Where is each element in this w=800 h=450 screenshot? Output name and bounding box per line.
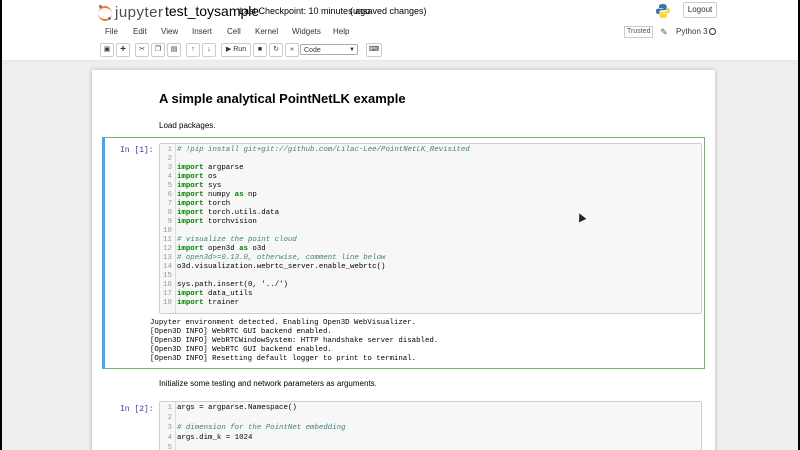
notebook-header: jupyter test_toysample Last Checkpoint: … [2,0,798,22]
jupyter-logo-text: jupyter [115,3,164,21]
run-button[interactable]: ▶ Run [221,43,251,57]
logout-button[interactable]: Logout [683,2,717,18]
save-button[interactable]: ▣ [100,43,114,57]
menu-kernel[interactable]: Kernel [255,27,278,36]
add-cell-button[interactable]: + [116,43,130,57]
python-logo-icon [656,4,670,18]
trusted-badge[interactable]: Trusted [624,26,654,38]
jupyter-logo[interactable]: jupyter [98,3,164,21]
output-line: [Open3D INFO] WebRTC GUI backend enabled… [150,328,332,336]
menu-cell[interactable]: Cell [227,27,241,36]
code-editor-2[interactable]: 1 args = argparse.Namespace() 2 3 # dimens… [159,401,702,450]
fast-forward-icon: » [290,46,294,53]
jupyter-logo-icon [98,5,112,21]
cell-type-value: Code [304,47,321,54]
menu-edit[interactable]: Edit [133,27,147,36]
run-icon: ▶ [225,46,232,53]
unsaved-status: (unsaved changes) [350,6,427,16]
paste-icon: ▤ [170,46,178,53]
restart-button[interactable]: ↻ [269,43,283,57]
menu-insert[interactable]: Insert [192,27,212,36]
menu-widgets[interactable]: Widgets [292,27,321,36]
copy-icon: ❐ [154,46,162,53]
move-down-button[interactable]: ↓ [202,43,216,57]
notebook-container: A simple analytical PointNetLK example L… [92,70,715,450]
kernel-name[interactable]: Python 3 [676,27,708,36]
output-line: [Open3D INFO] Resetting default logger t… [150,355,417,363]
chevron-down-icon: ▼ [349,47,355,53]
stop-icon: ■ [257,46,263,53]
output-line: Jupyter environment detected. Enabling O… [150,319,417,327]
command-palette-button[interactable]: ⌨ [366,43,382,57]
toolbar: ▣ + ✂ ❐ ▤ ↑ ↓ ▶ Run ■ ↻ » ⌨ [2,41,798,61]
markdown-heading: A simple analytical PointNetLK example [159,91,406,106]
cell-type-select[interactable]: Code ▼ [300,44,358,55]
cut-button[interactable]: ✂ [135,43,149,57]
paste-button[interactable]: ▤ [167,43,181,57]
cut-icon: ✂ [139,46,145,53]
copy-button[interactable]: ❐ [151,43,165,57]
add-cell-icon: + [120,44,126,55]
move-up-button[interactable]: ↑ [186,43,200,57]
restart-icon: ↻ [273,46,279,53]
menu-help[interactable]: Help [333,27,349,36]
cell-1-prompt: In [1]: [120,146,154,155]
save-icon: ▣ [103,46,111,53]
menu-file[interactable]: File [105,27,118,36]
move-down-icon: ↓ [207,46,211,53]
run-label: Run [233,46,247,53]
output-line: [Open3D INFO] WebRTC GUI backend enabled… [150,346,332,354]
markdown-text-load: Load packages. [159,121,216,130]
move-up-icon: ↑ [191,46,195,53]
code-editor-1[interactable]: 1 # !pip install git+git://github.com/Lil… [159,143,702,314]
browser-window: jupyter test_toysample Last Checkpoint: … [2,0,798,450]
kernel-status-icon [709,28,716,35]
keyboard-icon: ⌨ [368,46,380,53]
pencil-icon[interactable]: ✎ [658,26,670,38]
cell-2-prompt: In [2]: [120,405,154,414]
menu-view[interactable]: View [161,27,178,36]
stop-button[interactable]: ■ [253,43,267,57]
markdown-text-init: Initialize some testing and network para… [159,379,377,388]
output-line: [Open3D INFO] WebRTCWindowSystem: HTTP h… [150,337,439,345]
restart-run-all-button[interactable]: » [285,43,299,57]
